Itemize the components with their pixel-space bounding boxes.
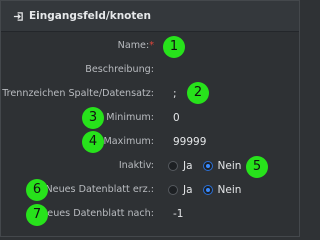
minimum-field[interactable]: 0 xyxy=(173,106,180,130)
inaktiv-label: Inaktiv: xyxy=(118,160,154,171)
minimum-label: Minimum: xyxy=(106,112,154,123)
callout-badge: 5 xyxy=(246,156,268,178)
inaktiv-radio-group: Ja Nein xyxy=(168,154,251,178)
name-label: Name:* xyxy=(117,40,154,51)
callout-badge: 4 xyxy=(82,131,104,153)
erz-nein-label[interactable]: Nein xyxy=(218,184,242,196)
callout-badge: 2 xyxy=(187,82,209,104)
callout-badge: 3 xyxy=(82,107,104,129)
inaktiv-ja-radio[interactable] xyxy=(168,161,178,171)
panel-title: Eingangsfeld/knoten xyxy=(29,10,152,22)
maximum-label: Maximum: xyxy=(103,136,154,147)
name-row: Name:* xyxy=(1,34,299,58)
callout-badge: 7 xyxy=(26,204,48,226)
callout-badge: 1 xyxy=(163,36,185,58)
inaktiv-nein-label[interactable]: Nein xyxy=(218,160,242,172)
callout-badge: 6 xyxy=(26,179,48,201)
form-panel: Eingangsfeld/knoten Name:* Beschreibung:… xyxy=(0,0,300,237)
erz-ja-label[interactable]: Ja xyxy=(183,184,193,196)
neues-datenblatt-erz-label: Neues Datenblatt erz.: xyxy=(45,184,155,195)
inaktiv-ja-label[interactable]: Ja xyxy=(183,160,193,172)
minimum-row: Minimum: 0 xyxy=(1,106,299,130)
neues-datenblatt-nach-field[interactable]: -1 xyxy=(173,202,183,226)
neues-datenblatt-nach-label: Neues Datenblatt nach: xyxy=(40,208,154,219)
panel-header: Eingangsfeld/knoten xyxy=(1,1,299,32)
maximum-row: Maximum: 99999 xyxy=(1,130,299,154)
trennzeichen-row: Trennzeichen Spalte/Datensatz: ; xyxy=(1,82,299,106)
neues-datenblatt-erz-radio-group: Ja Nein xyxy=(168,178,251,202)
trennzeichen-label: Trennzeichen Spalte/Datensatz: xyxy=(2,88,154,99)
erz-ja-radio[interactable] xyxy=(168,185,178,195)
beschreibung-label: Beschreibung: xyxy=(85,64,154,75)
beschreibung-row: Beschreibung: xyxy=(1,58,299,82)
inaktiv-nein-radio[interactable] xyxy=(202,161,213,171)
required-mark: * xyxy=(149,40,154,51)
maximum-field[interactable]: 99999 xyxy=(173,130,206,154)
trennzeichen-field[interactable]: ; xyxy=(173,82,177,106)
sign-in-icon xyxy=(13,11,23,21)
erz-nein-radio[interactable] xyxy=(202,185,213,195)
